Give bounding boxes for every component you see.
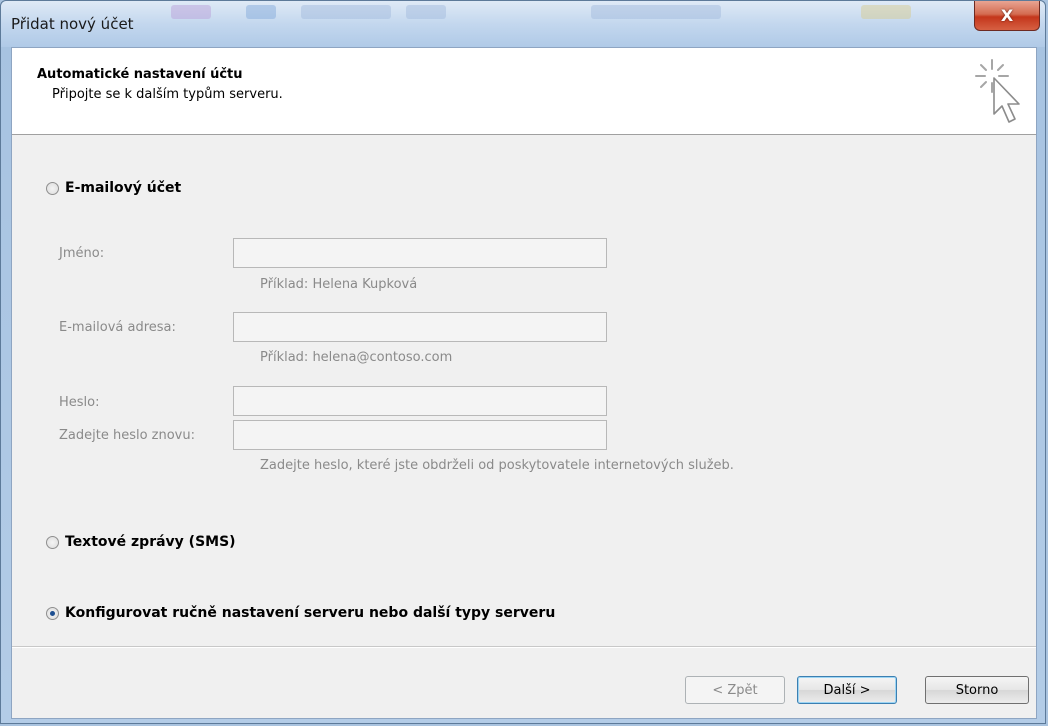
dialog-window: Přidat nový účet X Automatické nastavení… <box>0 0 1046 724</box>
window-title: Přidat nový účet <box>11 15 134 33</box>
back-button[interactable]: < Zpět <box>685 676 785 704</box>
page-title: Automatické nastavení účtu <box>37 67 243 82</box>
email-label: E-mailová adresa: <box>59 320 176 335</box>
background-ghost <box>406 5 446 19</box>
background-ghost <box>246 5 276 19</box>
radio-button[interactable] <box>46 535 59 549</box>
cancel-button[interactable]: Storno <box>925 676 1029 704</box>
footer-divider <box>12 646 1036 648</box>
close-icon: X <box>1000 6 1014 25</box>
password-field[interactable] <box>233 386 607 416</box>
header-panel: Automatické nastavení účtu Připojte se k… <box>12 48 1036 135</box>
background-ghost <box>861 5 911 19</box>
name-field[interactable] <box>233 238 607 268</box>
radio-button[interactable] <box>46 181 59 195</box>
email-hint: Příklad: helena@contoso.com <box>260 350 453 365</box>
background-ghost <box>591 5 721 19</box>
password-label: Heslo: <box>59 395 100 410</box>
cursor-sparkle-icon <box>975 59 1020 123</box>
name-hint: Příklad: Helena Kupková <box>260 277 418 292</box>
next-button[interactable]: Další > <box>797 676 897 704</box>
radio-label: Konfigurovat ručně nastavení serveru neb… <box>65 605 556 621</box>
radio-label: E-mailový účet <box>65 180 182 196</box>
close-button[interactable]: X <box>974 1 1040 31</box>
radio-button-selected[interactable] <box>46 606 59 620</box>
radio-email-account[interactable]: E-mailový účet <box>46 180 181 196</box>
email-field[interactable] <box>233 312 607 342</box>
radio-manual-config[interactable]: Konfigurovat ručně nastavení serveru neb… <box>46 605 555 621</box>
name-label: Jméno: <box>59 246 105 261</box>
password-hint: Zadejte heslo, které jste obdrželi od po… <box>260 458 734 473</box>
page-subtitle: Připojte se k dalším typům serveru. <box>52 87 283 102</box>
radio-sms[interactable]: Textové zprávy (SMS) <box>46 534 236 550</box>
radio-label: Textové zprávy (SMS) <box>65 534 236 550</box>
dialog-content: Automatické nastavení účtu Připojte se k… <box>11 47 1037 719</box>
title-bar[interactable]: Přidat nový účet X <box>1 1 1045 47</box>
password-repeat-field[interactable] <box>233 420 607 450</box>
password-repeat-label: Zadejte heslo znovu: <box>59 428 195 443</box>
background-ghost <box>171 5 211 19</box>
background-ghost <box>301 5 391 19</box>
